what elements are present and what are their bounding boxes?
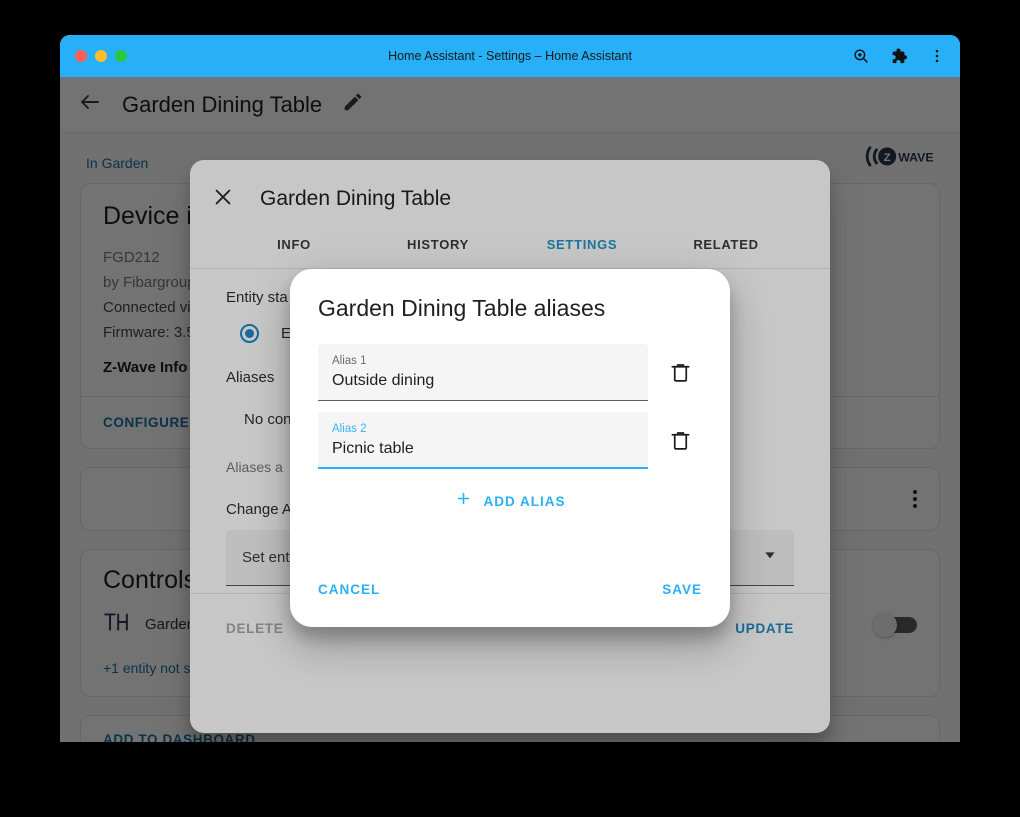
alias-row: Alias 2 Picnic table	[318, 412, 702, 469]
window-title: Home Assistant - Settings – Home Assista…	[388, 49, 632, 63]
alias-row: Alias 1 Outside dining	[318, 344, 702, 401]
alias-input-2[interactable]: Alias 2 Picnic table	[318, 412, 648, 469]
alias-label-2: Alias 2	[332, 423, 367, 435]
titlebar-actions	[852, 47, 946, 65]
alias-label-1: Alias 1	[332, 355, 367, 367]
minimize-window-button[interactable]	[95, 50, 107, 62]
alias-dialog-actions: CANCEL SAVE	[318, 569, 702, 609]
browser-titlebar: Home Assistant - Settings – Home Assista…	[60, 35, 960, 77]
add-alias-button[interactable]: ADD ALIAS	[318, 480, 702, 522]
save-button[interactable]: SAVE	[662, 582, 702, 597]
alias-value-2: Picnic table	[332, 440, 414, 457]
window-traffic-lights	[75, 50, 127, 62]
alias-dialog-title: Garden Dining Table aliases	[318, 295, 606, 321]
zoom-icon[interactable]	[852, 47, 870, 65]
alias-value-1: Outside dining	[332, 372, 435, 389]
browser-window: Home Assistant - Settings – Home Assista…	[60, 35, 960, 742]
extensions-puzzle-icon[interactable]	[890, 47, 908, 65]
add-alias-label: ADD ALIAS	[483, 493, 566, 509]
app-page: Garden Dining Table Z WAVE In Garden Dev…	[60, 77, 960, 742]
alias-input-1[interactable]: Alias 1 Outside dining	[318, 344, 648, 401]
close-window-button[interactable]	[75, 50, 87, 62]
alias-edit-dialog: Garden Dining Table aliases Alias 1 Outs…	[290, 269, 730, 627]
trash-icon[interactable]	[658, 344, 702, 401]
plus-icon	[455, 490, 472, 512]
trash-icon[interactable]	[658, 412, 702, 469]
cancel-button[interactable]: CANCEL	[318, 582, 380, 597]
maximize-window-button[interactable]	[115, 50, 127, 62]
browser-menu-icon[interactable]	[928, 47, 946, 65]
